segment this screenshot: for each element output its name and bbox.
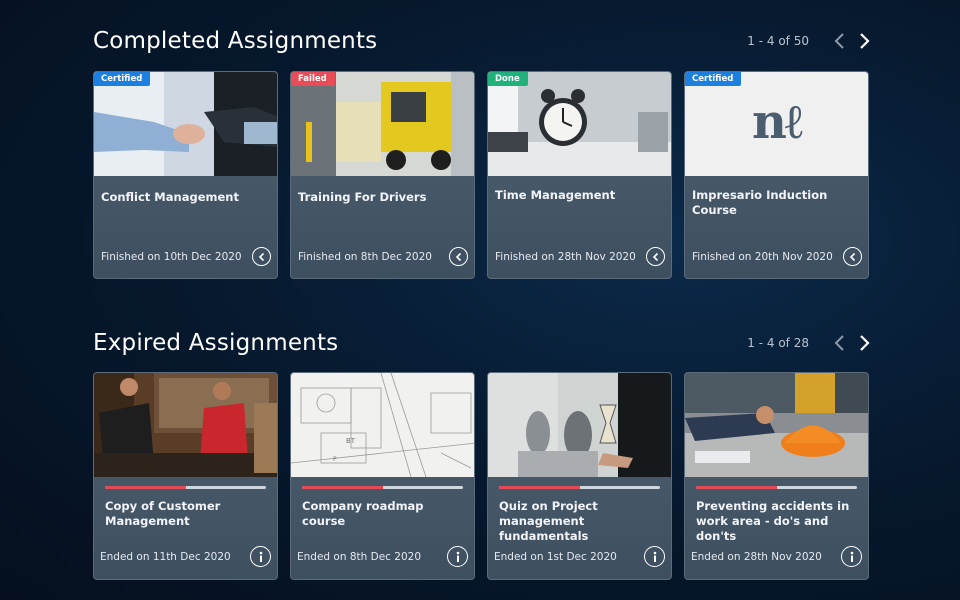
info-circle-icon[interactable] <box>644 546 665 567</box>
card-thumbnail: Failed <box>291 72 474 176</box>
status-badge: Certified <box>685 72 742 86</box>
card-footer: Finished on 28th Nov 2020 <box>495 247 665 266</box>
card-footer: Finished on 20th Nov 2020 <box>692 247 862 266</box>
status-badge: Done <box>488 72 528 86</box>
expired-card[interactable]: BT P Company roadmap course Ended on 8th… <box>290 372 475 580</box>
progress-bar <box>499 486 660 489</box>
card-thumbnail: Done <box>488 72 671 176</box>
info-circle-icon[interactable] <box>250 546 271 567</box>
card-footer: Ended on 11th Dec 2020 <box>100 546 271 567</box>
completed-title: Completed Assignments <box>93 28 378 54</box>
completed-card[interactable]: Certified Conflict Management Finished o… <box>93 71 278 279</box>
card-footer: Ended on 8th Dec 2020 <box>297 546 468 567</box>
expired-card[interactable]: Preventing accidents in work area - do's… <box>684 372 869 580</box>
card-thumbnail: Certified <box>94 72 277 176</box>
expired-card[interactable]: Copy of Customer Management Ended on 11t… <box>93 372 278 580</box>
course-logo: nℓ <box>752 94 803 150</box>
card-footer: Ended on 28th Nov 2020 <box>691 546 862 567</box>
completed-card[interactable]: nℓ Certified Impresario Induction Course… <box>684 71 869 279</box>
progress-fill <box>499 486 580 489</box>
finished-date: Finished on 10th Dec 2020 <box>101 250 242 263</box>
completed-card[interactable]: Failed Training For Drivers Finished on … <box>290 71 475 279</box>
svg-text:P: P <box>333 456 337 463</box>
card-thumbnail: nℓ Certified <box>685 72 868 176</box>
progress-bar <box>696 486 857 489</box>
card-title: Time Management <box>495 188 616 202</box>
ended-date: Ended on 28th Nov 2020 <box>691 550 822 563</box>
progress-bar <box>302 486 463 489</box>
card-title: Training For Drivers <box>298 190 427 204</box>
completed-card[interactable]: Done Time Management Finished on 28th No… <box>487 71 672 279</box>
card-title: Conflict Management <box>101 190 239 204</box>
progress-fill <box>105 486 186 489</box>
expired-title: Expired Assignments <box>93 330 339 356</box>
chevron-left-icon[interactable] <box>833 334 847 352</box>
card-title: Company roadmap course <box>302 499 424 528</box>
chevron-left-icon[interactable] <box>833 32 847 50</box>
completed-section: Completed Assignments 1 - 4 of 50 Certif… <box>93 28 871 279</box>
status-badge: Certified <box>94 72 151 86</box>
card-footer: Finished on 10th Dec 2020 <box>101 247 271 266</box>
info-circle-icon[interactable] <box>447 546 468 567</box>
ended-date: Ended on 8th Dec 2020 <box>297 550 422 563</box>
chevron-right-icon[interactable] <box>857 32 871 50</box>
expired-card[interactable]: Quiz on Project management fundamentals … <box>487 372 672 580</box>
expired-pager-text: 1 - 4 of 28 <box>747 336 809 350</box>
completed-pager: 1 - 4 of 50 <box>747 32 871 50</box>
back-arrow-circle-icon[interactable] <box>449 247 468 266</box>
chevron-right-icon[interactable] <box>857 334 871 352</box>
back-arrow-circle-icon[interactable] <box>843 247 862 266</box>
svg-text:BT: BT <box>346 437 356 445</box>
progress-fill <box>302 486 383 489</box>
card-thumbnail <box>685 373 868 477</box>
card-thumbnail <box>94 373 277 477</box>
card-title: Copy of Customer Management <box>105 499 221 528</box>
back-arrow-circle-icon[interactable] <box>252 247 271 266</box>
ended-date: Ended on 1st Dec 2020 <box>494 550 617 563</box>
card-title: Quiz on Project management fundamentals <box>499 499 598 543</box>
back-arrow-circle-icon[interactable] <box>646 247 665 266</box>
ended-date: Ended on 11th Dec 2020 <box>100 550 231 563</box>
card-footer: Ended on 1st Dec 2020 <box>494 546 665 567</box>
progress-fill <box>696 486 777 489</box>
finished-date: Finished on 20th Nov 2020 <box>692 250 833 263</box>
card-title: Preventing accidents in work area - do's… <box>696 499 850 543</box>
progress-bar <box>105 486 266 489</box>
card-thumbnail <box>488 373 671 477</box>
status-badge: Failed <box>291 72 335 86</box>
card-title: Impresario Induction Course <box>692 188 828 217</box>
finished-date: Finished on 28th Nov 2020 <box>495 250 636 263</box>
card-thumbnail: BT P <box>291 373 474 477</box>
expired-pager: 1 - 4 of 28 <box>747 334 871 352</box>
expired-section: Expired Assignments 1 - 4 of 28 Copy of … <box>93 330 871 580</box>
completed-pager-text: 1 - 4 of 50 <box>747 34 809 48</box>
finished-date: Finished on 8th Dec 2020 <box>298 250 432 263</box>
card-footer: Finished on 8th Dec 2020 <box>298 247 468 266</box>
info-circle-icon[interactable] <box>841 546 862 567</box>
